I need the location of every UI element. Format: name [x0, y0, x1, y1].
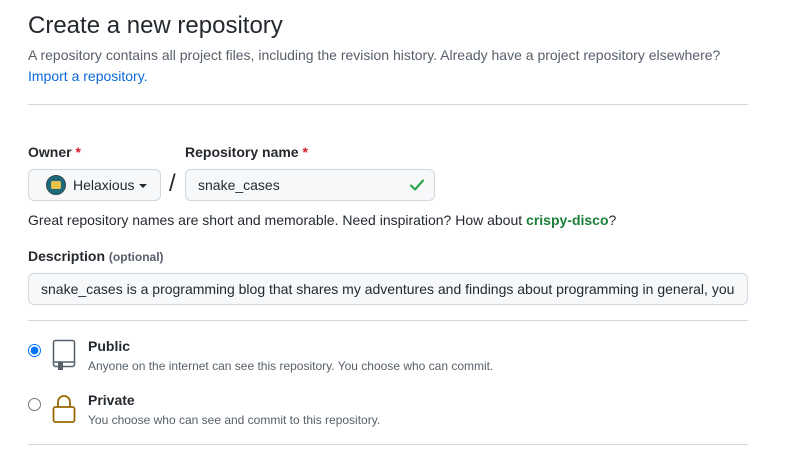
private-description: You choose who can see and commit to thi… [88, 413, 381, 427]
owner-dropdown-button[interactable]: Helaxious [28, 169, 161, 201]
section-divider [28, 104, 748, 105]
lock-icon [52, 395, 76, 423]
owner-repo-separator: / [169, 170, 176, 197]
public-title: Public [88, 338, 131, 354]
chevron-down-icon [139, 184, 148, 188]
repository-name-required-mark: * [302, 144, 308, 160]
intro-description: A repository contains all project files,… [28, 47, 721, 63]
owner-name: Helaxious [73, 177, 135, 193]
check-icon [409, 179, 425, 191]
name-hint-suffix: ? [608, 212, 617, 228]
repo-book-icon [52, 339, 76, 370]
owner-avatar [46, 175, 66, 195]
description-label: Description (optional) [28, 246, 164, 267]
name-hint-text: Great repository names are short and mem… [28, 212, 527, 228]
repository-name-input[interactable] [185, 169, 435, 201]
public-radio[interactable] [28, 344, 41, 357]
name-hint: Great repository names are short and mem… [28, 210, 616, 230]
description-optional-label: (optional) [108, 250, 164, 264]
repository-name-label: Repository name * [185, 142, 308, 162]
intro-text: A repository contains all project files,… [28, 45, 748, 87]
import-repository-link[interactable]: Import a repository. [28, 68, 148, 84]
owner-required-mark: * [75, 144, 81, 160]
description-input[interactable] [28, 273, 748, 305]
name-suggestion[interactable]: crispy-disco [526, 212, 608, 228]
page-title: Create a new repository [28, 12, 283, 39]
repository-name-label-text: Repository name [185, 144, 299, 160]
private-title: Private [88, 392, 135, 408]
section-divider [28, 444, 748, 445]
public-description: Anyone on the internet can see this repo… [88, 359, 494, 373]
section-divider [28, 320, 748, 321]
owner-label: Owner * [28, 142, 81, 162]
description-label-text: Description [28, 248, 106, 264]
owner-label-text: Owner [28, 144, 72, 160]
private-radio[interactable] [28, 398, 41, 411]
